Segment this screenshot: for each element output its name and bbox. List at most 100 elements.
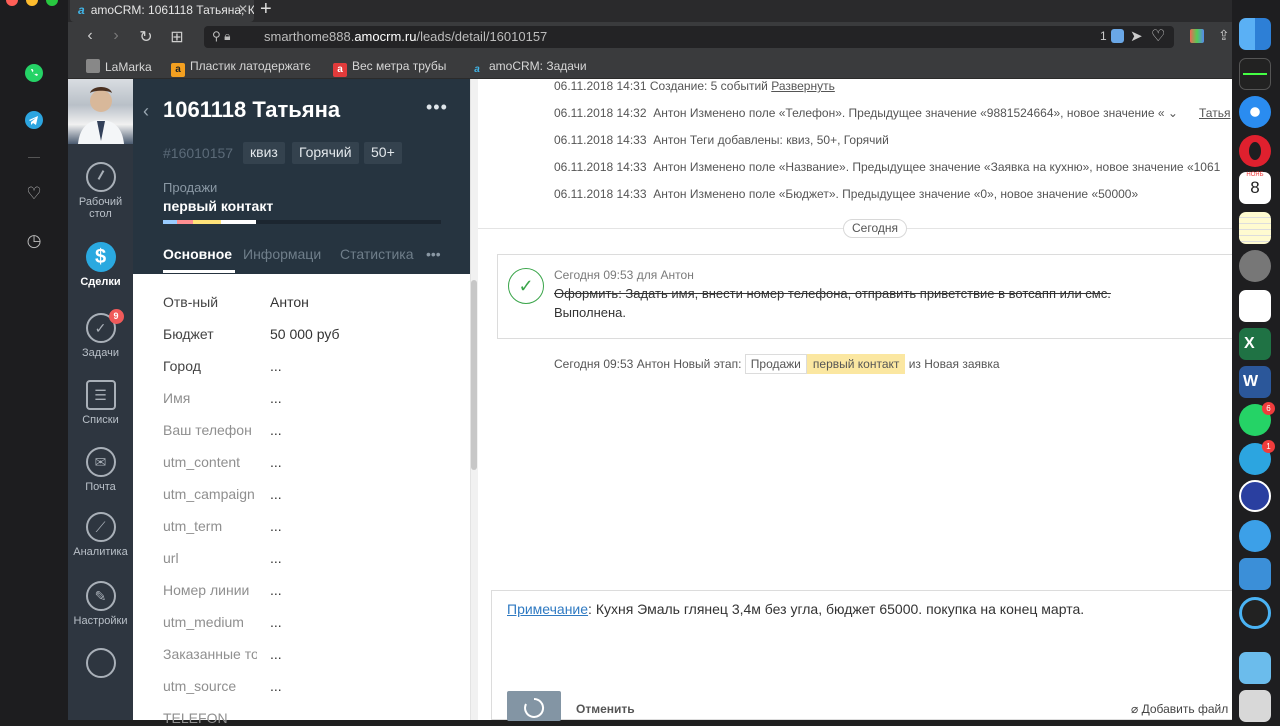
reminders-icon[interactable]: [1239, 290, 1271, 322]
field-value[interactable]: ...: [270, 518, 282, 534]
close-window-button[interactable]: [6, 0, 18, 6]
notes-icon[interactable]: [1239, 212, 1271, 244]
close-tab-icon[interactable]: ✕: [238, 2, 248, 16]
url-text[interactable]: smarthome888.amocrm.ru/leads/detail/1601…: [264, 29, 547, 44]
system-preferences-icon[interactable]: [1239, 250, 1271, 282]
heart-icon[interactable]: ♡: [22, 182, 46, 206]
stage-progress-bar: [163, 220, 441, 224]
field-value[interactable]: ...: [270, 678, 282, 694]
tag-kviz[interactable]: квиз: [243, 142, 285, 164]
nav-lists[interactable]: ☰ Списки: [68, 380, 133, 426]
whatsapp-icon[interactable]: [22, 61, 46, 85]
safari-icon[interactable]: [1239, 96, 1271, 128]
extension-icon[interactable]: [1190, 29, 1204, 43]
bookmark-amocrm-tasks[interactable]: a amoCRM: Задачи: [470, 59, 586, 77]
send-icon[interactable]: ➤: [1130, 27, 1143, 45]
trash-icon[interactable]: [1239, 690, 1271, 722]
minimize-window-button[interactable]: [26, 0, 38, 6]
keynote-icon[interactable]: [1239, 558, 1271, 590]
wifi-icon[interactable]: [1239, 520, 1271, 552]
upload-app-icon[interactable]: [1239, 480, 1271, 512]
field-label: Ваш телефон: [163, 422, 252, 438]
field-value[interactable]: ...: [270, 422, 282, 438]
activity-monitor-icon[interactable]: [1239, 58, 1271, 90]
lead-menu-button[interactable]: •••: [426, 97, 448, 118]
a-red-icon: a: [333, 63, 347, 77]
field-value[interactable]: ...: [270, 614, 282, 630]
nav-analytics[interactable]: ⟋ Аналитика: [68, 512, 133, 558]
pipeline-pill: Продажи: [744, 354, 807, 374]
note-type-link[interactable]: Примечание: [507, 601, 588, 617]
field-label: Заказанные то: [163, 646, 257, 662]
nav-more[interactable]: [68, 648, 133, 682]
field-value[interactable]: ...: [270, 486, 282, 502]
calendar-icon[interactable]: НОЯБ 8: [1239, 172, 1271, 204]
cancel-button[interactable]: Отменить: [576, 702, 635, 716]
tag-50plus[interactable]: 50+: [364, 142, 402, 164]
task-result: Выполнена.: [554, 305, 627, 320]
nav-tasks[interactable]: ✓ 9 Задачи: [68, 309, 133, 359]
paperclip-icon: ⌀: [1131, 702, 1139, 716]
forward-button[interactable]: ›: [106, 27, 126, 45]
contact-link[interactable]: Татья: [1199, 106, 1230, 120]
expand-link[interactable]: Развернуть: [771, 79, 835, 93]
reload-button[interactable]: ↻: [136, 27, 156, 47]
speed-dial-icon[interactable]: ⊞: [167, 27, 187, 47]
tab-title: amoCRM: 1061118 Татьяна, К: [90, 3, 254, 17]
nav-mail[interactable]: ✉ Почта: [68, 447, 133, 493]
excel-icon[interactable]: X: [1239, 328, 1271, 360]
shield-icon[interactable]: [1111, 29, 1124, 43]
tabs-more-icon[interactable]: •••: [426, 246, 441, 262]
note-text[interactable]: Примечание: Кухня Эмаль глянец 3,4м без …: [507, 601, 1084, 617]
tab-informaciya[interactable]: Информаци: [243, 246, 325, 262]
field-label: utm_term: [163, 518, 223, 534]
back-arrow-icon[interactable]: ‹: [143, 101, 149, 122]
nav-settings[interactable]: ✎ Настройки: [68, 581, 133, 627]
stage-pill: первый контакт: [806, 354, 906, 374]
field-value[interactable]: ...: [270, 582, 282, 598]
page-icon: [86, 59, 100, 73]
save-button[interactable]: [507, 691, 561, 721]
clock-icon[interactable]: ◷: [22, 229, 46, 253]
back-button[interactable]: ‹: [80, 27, 100, 45]
lock-icon: ⚲ 🔒︎: [212, 29, 231, 43]
attach-file-button[interactable]: ⌀ Добавить файл: [1131, 702, 1228, 716]
stage-name[interactable]: первый контакт: [163, 198, 273, 214]
tab-statistika[interactable]: Статистика: [340, 246, 414, 262]
finder-icon[interactable]: [1239, 18, 1271, 50]
field-value[interactable]: ...: [270, 550, 282, 566]
new-tab-button[interactable]: +: [260, 0, 272, 21]
share-icon[interactable]: ⇪: [1218, 27, 1230, 44]
field-value[interactable]: ...: [270, 390, 282, 406]
tab-osnovnoe[interactable]: Основное: [163, 246, 232, 262]
field-value[interactable]: 50 000 руб: [270, 326, 340, 342]
maximize-window-button[interactable]: [46, 0, 58, 6]
nav-deals[interactable]: $ Сделки: [68, 242, 133, 288]
nav-dashboard[interactable]: Рабочий стол: [68, 162, 133, 220]
bookmark-ves-metra[interactable]: a Вес метра трубы: [333, 59, 446, 77]
heart-bookmark-icon[interactable]: ♡: [1151, 26, 1165, 46]
left-dock: ♡ ◷: [0, 0, 68, 720]
telegram-icon[interactable]: [22, 108, 46, 132]
field-value[interactable]: ...: [270, 646, 282, 662]
extension-counter[interactable]: 1: [1100, 29, 1107, 43]
field-value[interactable]: ...: [270, 358, 282, 374]
opera-icon[interactable]: [1239, 135, 1271, 167]
avatar[interactable]: [68, 79, 133, 144]
bookmark-lamarka[interactable]: LaMarka: [86, 59, 152, 74]
scrollbar-thumb[interactable]: [471, 280, 477, 470]
downloads-folder-icon[interactable]: [1239, 652, 1271, 684]
tag-goryachiy[interactable]: Горячий: [292, 142, 359, 164]
task-text: Оформить: Задать имя, внести номер телеф…: [554, 286, 1111, 301]
field-value[interactable]: ...: [270, 454, 282, 470]
active-tab-underline: [163, 270, 235, 273]
tab-active[interactable]: a amoCRM: 1061118 Татьяна, К ✕: [70, 0, 254, 22]
chevron-down-icon[interactable]: ⌄: [1168, 106, 1178, 120]
word-icon[interactable]: W: [1239, 366, 1271, 398]
lead-title[interactable]: 1061118 Татьяна: [163, 97, 340, 123]
task-done-check-icon[interactable]: ✓: [508, 268, 544, 304]
quicktime-icon[interactable]: [1239, 597, 1271, 629]
field-value[interactable]: Антон: [270, 294, 309, 310]
stage-change-event: Сегодня 09:53 Антон Новый этап: Продажи п…: [554, 354, 1000, 374]
bookmark-plastik[interactable]: a Пластик латодержатє: [171, 59, 313, 77]
